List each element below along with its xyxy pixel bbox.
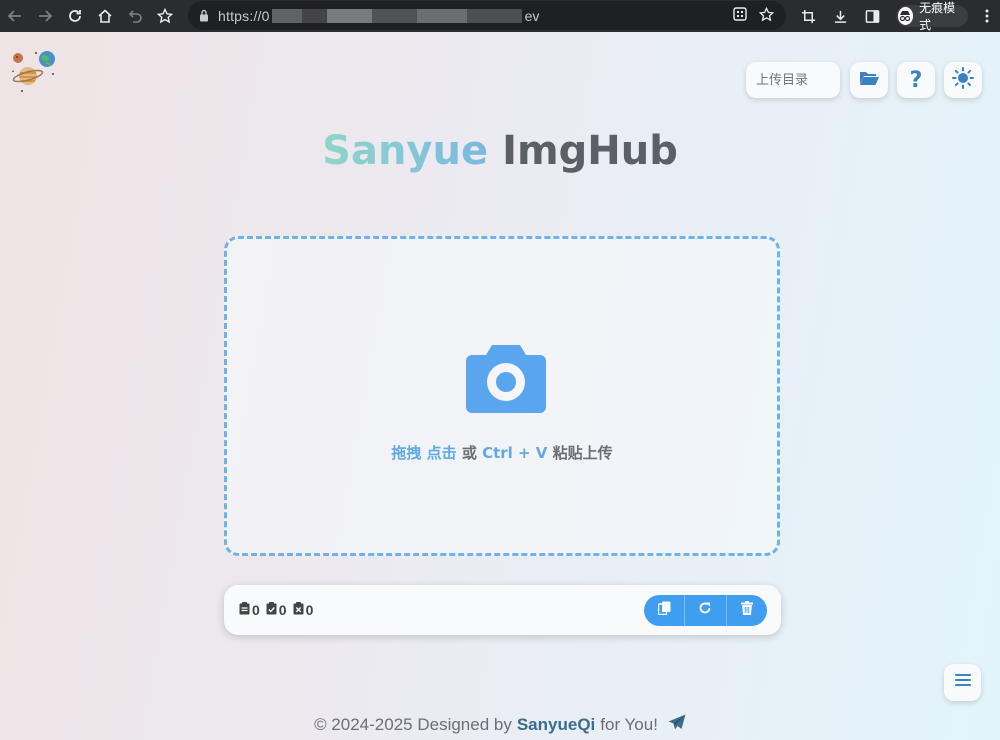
url-prefix: https://0	[218, 7, 270, 24]
url-suffix: ev	[524, 7, 540, 24]
page-footer: © 2024-2025 Designed by SanyueQi for You…	[0, 714, 1000, 736]
success-count-value: 0	[278, 602, 287, 618]
menu-button[interactable]	[944, 664, 981, 701]
paste-text: 粘贴上传	[552, 444, 613, 462]
clipboard-x-icon	[293, 602, 304, 618]
shortcut-text: Ctrl + V	[482, 444, 548, 462]
address-bar[interactable]: https://0 ev	[188, 1, 786, 30]
help-button[interactable]: ?	[897, 62, 935, 98]
trash-icon	[740, 601, 753, 620]
favorite-star-icon[interactable]	[758, 6, 775, 25]
folder-button[interactable]	[850, 62, 888, 98]
copy-links-button[interactable]	[644, 595, 684, 626]
footer-suffix: for You!	[600, 715, 658, 734]
upload-status-bar: 0 0 0	[224, 585, 781, 635]
help-icon: ?	[909, 67, 923, 93]
incognito-icon	[897, 7, 914, 25]
camera-icon	[466, 339, 546, 415]
title-part-imghub: ImgHub	[502, 128, 678, 174]
bookmark-star-icon[interactable]	[150, 0, 180, 32]
browser-toolbar: https://0 ev 无痕模式	[0, 0, 1000, 32]
incognito-label: 无痕模式	[919, 1, 956, 32]
upload-directory-input[interactable]	[746, 62, 840, 98]
download-icon[interactable]	[828, 0, 854, 32]
hamburger-icon	[954, 673, 971, 692]
page-title: Sanyue ImgHub	[0, 128, 1000, 174]
reload-icon[interactable]	[60, 0, 90, 32]
apps-grid-icon[interactable]	[733, 7, 747, 24]
theme-toggle-button[interactable]	[944, 62, 982, 98]
success-count: 0	[266, 602, 287, 618]
planets-logo-icon[interactable]	[8, 48, 60, 96]
browser-menu-icon[interactable]	[974, 0, 1000, 32]
incognito-badge[interactable]: 无痕模式	[895, 1, 969, 32]
clipboard-list-icon	[239, 602, 250, 618]
side-panel-icon[interactable]	[860, 0, 886, 32]
page-content: ? Sanyue ImgHub	[0, 32, 1000, 740]
url-redacted	[271, 8, 522, 23]
home-icon[interactable]	[90, 0, 120, 32]
retry-button[interactable]	[684, 595, 725, 626]
refresh-icon	[698, 601, 712, 620]
action-button-group	[644, 595, 767, 626]
total-count: 0	[239, 602, 260, 618]
folder-open-icon	[859, 70, 879, 91]
title-part-sanyue: Sanyue	[322, 128, 489, 174]
back-icon[interactable]	[0, 0, 30, 32]
clear-all-button[interactable]	[725, 595, 767, 626]
or-text: 或	[461, 444, 477, 462]
lock-icon	[198, 9, 210, 23]
failed-count: 0	[293, 602, 314, 618]
paper-plane-icon[interactable]	[668, 714, 686, 736]
undo-icon[interactable]	[120, 0, 150, 32]
crop-icon[interactable]	[796, 0, 822, 32]
footer-author-link[interactable]: SanyueQi	[517, 715, 595, 735]
forward-icon[interactable]	[30, 0, 60, 32]
upload-dropzone[interactable]: 拖拽 点击 或 Ctrl + V 粘贴上传	[224, 236, 780, 556]
failed-count-value: 0	[305, 602, 314, 618]
click-text[interactable]: 点击	[427, 444, 457, 462]
total-count-value: 0	[252, 602, 260, 618]
clipboard-check-icon	[266, 602, 277, 618]
copy-icon	[657, 601, 671, 620]
footer-prefix: © 2024-2025 Designed by	[314, 715, 512, 734]
drag-text: 拖拽	[391, 444, 422, 462]
sun-icon	[952, 66, 974, 94]
dropzone-instructions: 拖拽 点击 或 Ctrl + V 粘贴上传	[227, 442, 777, 463]
